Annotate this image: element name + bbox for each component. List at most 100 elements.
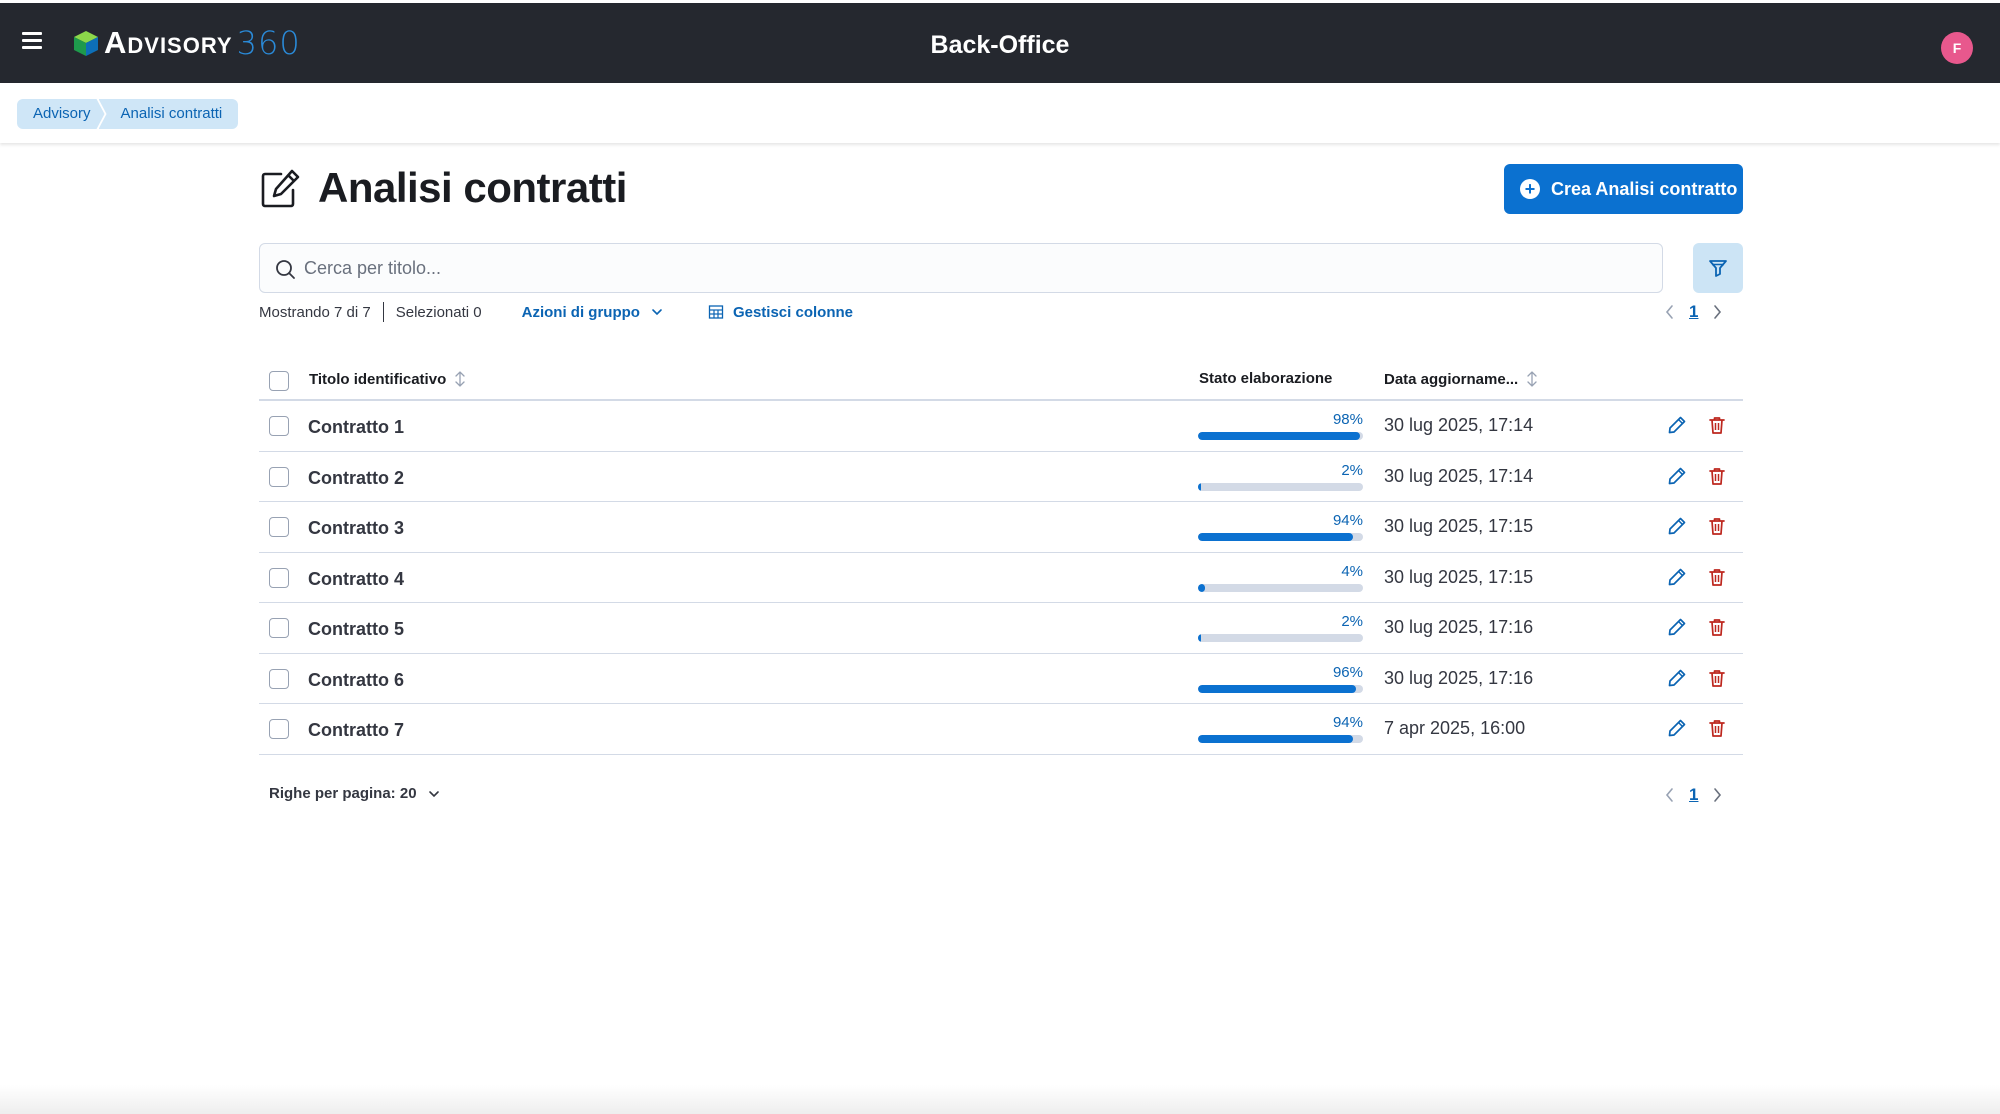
row-title[interactable]: Contratto 5 (308, 619, 404, 640)
row-date: 30 lug 2025, 17:14 (1384, 415, 1534, 435)
row-checkbox[interactable] (269, 466, 289, 487)
progress-fill (1198, 684, 1357, 693)
breadcrumb-item-analisi-contratti[interactable]: Analisi contratti (98, 99, 239, 129)
chevron-down-icon (652, 309, 662, 316)
user-avatar[interactable]: F (1941, 32, 1973, 64)
chevron-left-icon[interactable] (1660, 300, 1680, 324)
rows-per-page-label: Righe per pagina: 20 (269, 785, 417, 802)
row-checkbox[interactable] (269, 719, 289, 739)
column-header-date[interactable]: Data aggiorname... (1384, 370, 1538, 388)
breadcrumb-bar: Advisory Analisi contratti (0, 83, 2000, 143)
row-date: 30 lug 2025, 17:15 (1384, 516, 1534, 536)
progress-fill (1198, 432, 1360, 440)
search-icon (276, 260, 295, 279)
progress-fill (1198, 533, 1354, 541)
table-row[interactable]: Contratto 4 4% 30 lug 2025, 17:15 (259, 553, 1743, 603)
chevron-right-icon[interactable] (1707, 300, 1727, 324)
progress-bar: 94% (1198, 714, 1363, 743)
progress-track (1198, 735, 1363, 743)
sort-icon (1527, 371, 1537, 387)
toolbar-divider (382, 302, 384, 322)
row-date: 30 lug 2025, 17:14 (1384, 465, 1534, 486)
chevron-left-icon[interactable] (1660, 783, 1680, 807)
row-date: 30 lug 2025, 17:16 (1384, 667, 1534, 688)
chevron-right-icon[interactable] (1707, 783, 1727, 807)
breadcrumb-item-advisory[interactable]: Advisory (17, 99, 105, 129)
progress-fill (1198, 735, 1354, 743)
delete-trash-icon[interactable] (1705, 615, 1729, 639)
chevron-down-icon (428, 790, 439, 797)
row-title[interactable]: Contratto 4 (308, 569, 404, 590)
delete-trash-icon[interactable] (1705, 565, 1729, 589)
table-row[interactable]: Contratto 7 94% 7 apr 2025, 16:00 (259, 704, 1743, 755)
edit-pencil-icon[interactable] (1665, 565, 1689, 589)
delete-trash-icon[interactable] (1705, 464, 1729, 488)
progress-percent: 2% (1341, 461, 1363, 479)
progress-track (1198, 482, 1363, 491)
progress-fill (1198, 634, 1202, 642)
edit-pencil-icon[interactable] (1665, 413, 1689, 437)
progress-track (1198, 432, 1363, 440)
edit-pencil-icon[interactable] (1665, 464, 1689, 488)
row-title[interactable]: Contratto 2 (308, 468, 404, 489)
table-row[interactable]: Contratto 5 2% 30 lug 2025, 17:16 (259, 603, 1743, 654)
column-header-title[interactable]: Titolo identificativo (309, 370, 466, 388)
progress-percent: 94% (1332, 512, 1363, 529)
progress-percent: 98% (1332, 411, 1363, 428)
delete-trash-icon[interactable] (1705, 514, 1729, 538)
manage-columns-label: Gestisci colonne (732, 303, 853, 321)
delete-trash-icon[interactable] (1705, 666, 1729, 690)
progress-bar: 2% (1198, 462, 1363, 491)
row-title[interactable]: Contratto 7 (308, 720, 404, 741)
search-input[interactable] (304, 252, 1644, 284)
row-date: 30 lug 2025, 17:16 (1384, 617, 1534, 637)
edit-pencil-icon[interactable] (1665, 716, 1689, 740)
edit-pencil-icon[interactable] (1665, 666, 1689, 690)
column-title-label: Titolo identificativo (309, 370, 447, 388)
create-analisi-button[interactable]: + Crea Analisi contratto (1504, 164, 1743, 214)
table-body: Contratto 1 98% 30 lug 2025, 17:14 Contratt… (259, 401, 1743, 755)
row-checkbox[interactable] (269, 668, 289, 689)
progress-bar: 94% (1198, 512, 1363, 541)
edit-pencil-icon[interactable] (1665, 615, 1689, 639)
table-row[interactable]: Contratto 1 98% 30 lug 2025, 17:14 (259, 401, 1743, 452)
delete-trash-icon[interactable] (1705, 716, 1729, 740)
manage-columns-button[interactable]: Gestisci colonne (708, 304, 853, 321)
row-checkbox[interactable] (269, 618, 289, 638)
table-row[interactable]: Contratto 6 96% 30 lug 2025, 17:16 (259, 654, 1743, 704)
select-all-checkbox[interactable] (269, 371, 289, 391)
row-checkbox[interactable] (269, 567, 289, 588)
progress-percent: 4% (1341, 562, 1363, 580)
window-bottom-edge (0, 1085, 2000, 1114)
page-number[interactable]: 1 (1689, 785, 1698, 805)
row-title[interactable]: Contratto 6 (308, 670, 404, 691)
rows-per-page-dropdown[interactable]: Righe per pagina: 20 (269, 785, 441, 802)
showing-count: Mostrando 7 di 7 (259, 303, 371, 321)
selected-count: Selezionati 0 (395, 303, 482, 321)
pagination-bottom: 1 (1660, 783, 1727, 807)
filter-button[interactable] (1693, 243, 1743, 293)
pagination-top: 1 (1660, 300, 1727, 324)
progress-track (1198, 684, 1363, 693)
table-row[interactable]: Contratto 2 2% 30 lug 2025, 17:14 (259, 452, 1743, 502)
plus-circle-icon: + (1520, 179, 1540, 199)
table-row[interactable]: Contratto 3 94% 30 lug 2025, 17:15 (259, 502, 1743, 553)
progress-fill (1198, 583, 1205, 592)
progress-track (1198, 634, 1363, 642)
progress-fill (1198, 482, 1202, 491)
progress-bar: 96% (1198, 664, 1363, 693)
row-title[interactable]: Contratto 1 (308, 417, 404, 438)
breadcrumb: Advisory Analisi contratti (17, 99, 239, 129)
progress-bar: 98% (1198, 411, 1363, 440)
row-checkbox[interactable] (269, 416, 289, 436)
row-checkbox[interactable] (269, 517, 289, 537)
progress-bar: 4% (1198, 563, 1363, 592)
row-date: 7 apr 2025, 16:00 (1384, 718, 1526, 738)
edit-pencil-icon[interactable] (1665, 514, 1689, 538)
row-title[interactable]: Contratto 3 (308, 518, 404, 539)
group-actions-dropdown[interactable]: Azioni di gruppo (522, 304, 664, 321)
delete-trash-icon[interactable] (1705, 413, 1729, 437)
progress-track (1198, 583, 1363, 592)
app-title: Back-Office (930, 31, 1070, 59)
page-number[interactable]: 1 (1689, 302, 1698, 322)
